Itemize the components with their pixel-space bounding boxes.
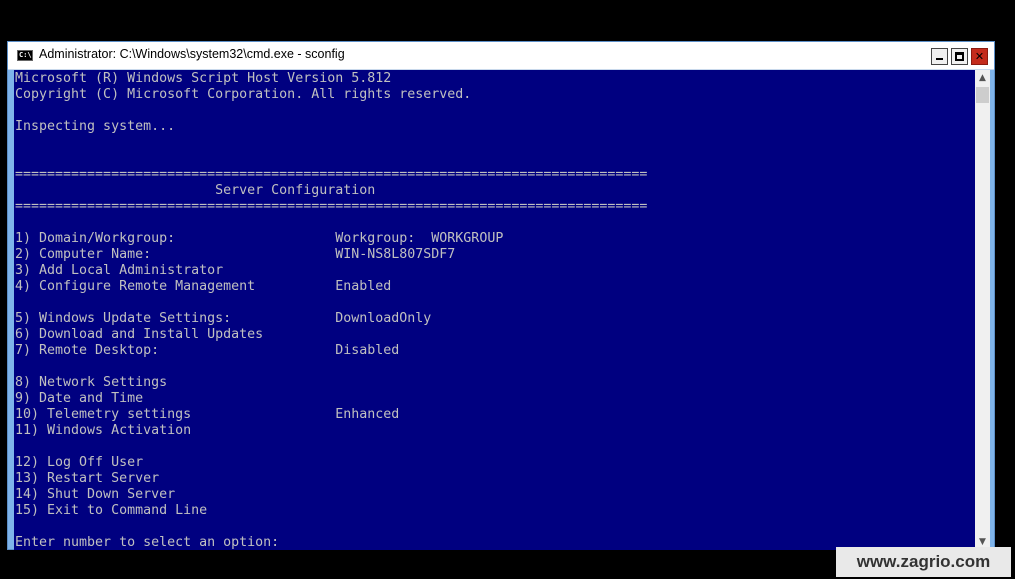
window-title: Administrator: C:\Windows\system32\cmd.e… [39, 47, 345, 61]
console-line-blank [15, 519, 975, 535]
console-line-copyright: Copyright (C) Microsoft Corporation. All… [15, 87, 472, 102]
minimize-button[interactable] [931, 48, 948, 65]
menu-item-exit: 15) Exit to Command Line [15, 503, 208, 518]
menu-item-telemetry: 10) Telemetry settings Enhanced [15, 407, 400, 422]
menu-item-remote-management: 4) Configure Remote Management Enabled [15, 279, 392, 294]
menu-item-network-settings: 8) Network Settings [15, 375, 168, 390]
scrollbar-thumb[interactable] [976, 87, 989, 103]
menu-item-windows-activation: 11) Windows Activation [15, 423, 192, 438]
menu-item-date-time: 9) Date and Time [15, 391, 144, 406]
console-line-blank [15, 151, 975, 167]
vertical-scrollbar[interactable]: ▲ ▼ [975, 70, 990, 550]
watermark: www.zagrio.com [836, 547, 1011, 577]
cmd-window[interactable]: C:\ Administrator: C:\Windows\system32\c… [7, 41, 995, 550]
menu-item-remote-desktop: 7) Remote Desktop: Disabled [15, 343, 400, 358]
console-line-blank [15, 135, 975, 151]
maximize-button[interactable] [951, 48, 968, 65]
console-line-blank [15, 295, 975, 311]
title-bar[interactable]: C:\ Administrator: C:\Windows\system32\c… [8, 42, 994, 70]
console-line-blank [15, 103, 975, 119]
console-line-blank [15, 215, 975, 231]
console-area[interactable]: Microsoft (R) Windows Script Host Versio… [14, 70, 975, 550]
menu-heading: Server Configuration [15, 183, 376, 198]
menu-item-add-local-admin: 3) Add Local Administrator [15, 263, 224, 278]
scroll-up-arrow-icon[interactable]: ▲ [975, 70, 990, 86]
cmd-icon: C:\ [17, 50, 33, 61]
console-line-banner: Microsoft (R) Windows Script Host Versio… [15, 71, 392, 86]
menu-item-download-updates: 6) Download and Install Updates [15, 327, 264, 342]
close-button[interactable] [971, 48, 988, 65]
input-prompt[interactable]: Enter number to select an option: [15, 535, 975, 550]
menu-item-log-off: 12) Log Off User [15, 455, 144, 470]
menu-item-shut-down: 14) Shut Down Server [15, 487, 176, 502]
menu-item-windows-update-settings: 5) Windows Update Settings: DownloadOnly [15, 311, 432, 326]
console-line-inspecting: Inspecting system... [15, 119, 176, 134]
console-line-blank [15, 359, 975, 375]
menu-item-restart: 13) Restart Server [15, 471, 160, 486]
console-output: Microsoft (R) Windows Script Host Versio… [14, 70, 975, 550]
menu-item-domain-workgroup: 1) Domain/Workgroup: Workgroup: WORKGROU… [15, 231, 504, 246]
menu-item-computer-name: 2) Computer Name: WIN-NS8L807SDF7 [15, 247, 456, 262]
console-line-blank [15, 439, 975, 455]
separator-line: ========================================… [15, 167, 648, 182]
separator-line: ========================================… [15, 199, 648, 214]
